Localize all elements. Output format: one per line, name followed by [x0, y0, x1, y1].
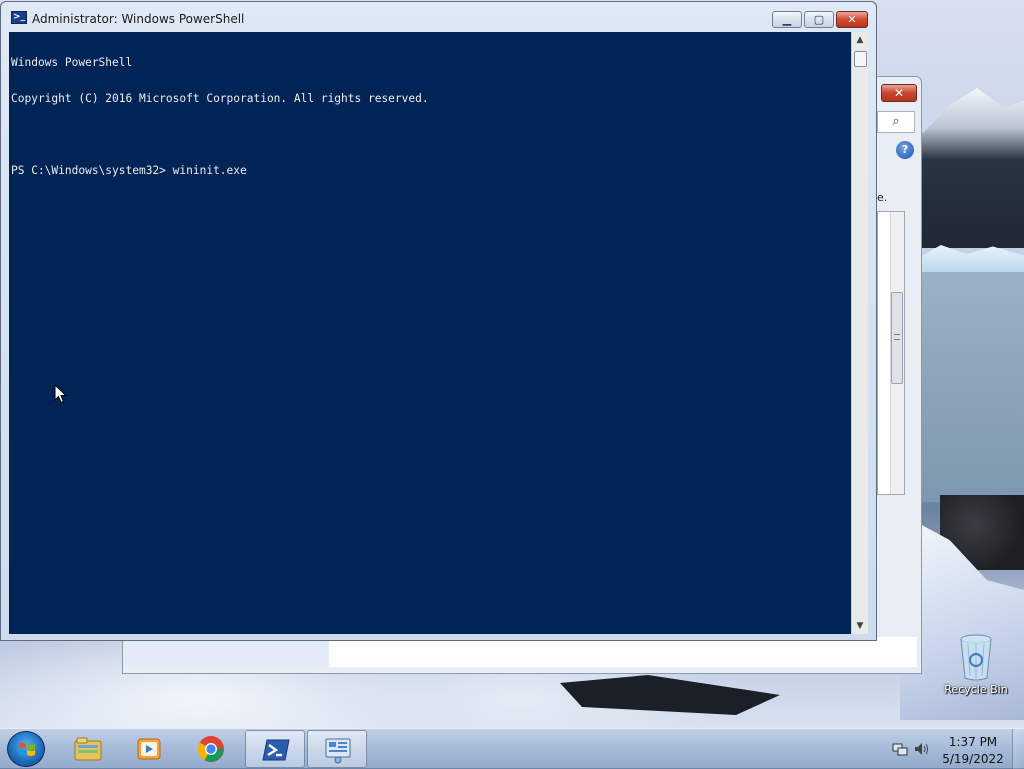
background-window-text: e.: [877, 191, 888, 204]
taskbar: 1:37 PM 5/19/2022: [0, 728, 1024, 769]
recycle-bin[interactable]: Recycle Bin: [940, 630, 1012, 702]
volume-icon[interactable]: [914, 742, 930, 756]
taskbar-chrome[interactable]: [181, 730, 241, 768]
media-player-icon: [137, 738, 161, 760]
wallpaper-lake: [920, 272, 1024, 502]
help-icon[interactable]: ?: [896, 141, 914, 159]
clock-date[interactable]: 5/19/2022: [940, 752, 1006, 766]
control-panel-icon: [325, 738, 351, 764]
taskbar-file-explorer[interactable]: [58, 730, 118, 768]
background-window-nav-panel: [123, 637, 329, 667]
mouse-cursor-icon: [54, 384, 68, 404]
taskbar-control-panel[interactable]: [307, 730, 367, 768]
powershell-icon[interactable]: >_: [11, 11, 27, 24]
network-icon[interactable]: [892, 742, 908, 756]
clock-time[interactable]: 1:37 PM: [940, 735, 1006, 749]
console-output[interactable]: Windows PowerShell Copyright (C) 2016 Mi…: [9, 32, 851, 634]
scroll-up-icon[interactable]: ▲: [852, 32, 868, 48]
grip-icon: [894, 334, 900, 340]
windows-logo-icon: [19, 743, 35, 756]
background-window-list[interactable]: [877, 211, 905, 495]
window-title: Administrator: Windows PowerShell: [32, 12, 245, 26]
close-button[interactable]: ✕: [836, 11, 868, 28]
powershell-icon: [262, 739, 290, 761]
powershell-window[interactable]: >_ Administrator: Windows PowerShell ▁ ▢…: [0, 1, 877, 641]
scroll-down-icon[interactable]: ▼: [852, 618, 868, 634]
console-prompt-line: PS C:\Windows\system32> wininit.exe: [11, 164, 247, 177]
recycle-bin-icon: [960, 634, 992, 681]
background-window-content: [329, 637, 917, 667]
show-desktop-button[interactable]: [1012, 729, 1024, 769]
taskbar-media-player[interactable]: [119, 730, 179, 768]
taskbar-powershell[interactable]: [245, 730, 305, 768]
console-scrollbar[interactable]: ▲ ▼: [851, 32, 868, 634]
recycle-bin-label: Recycle Bin: [944, 683, 1008, 696]
title-bar[interactable]: >_ Administrator: Windows PowerShell ▁ ▢…: [1, 2, 876, 32]
chrome-icon: [197, 736, 224, 762]
minimize-button[interactable]: ▁: [772, 11, 802, 28]
background-window-close-button[interactable]: ✕: [881, 84, 917, 102]
start-button[interactable]: [7, 731, 45, 767]
console-line: Windows PowerShell: [11, 56, 133, 69]
file-explorer-icon: [74, 737, 102, 761]
maximize-button[interactable]: ▢: [804, 11, 834, 28]
scrollbar-thumb[interactable]: [854, 51, 867, 67]
search-icon[interactable]: ⌕: [877, 111, 915, 133]
console-line: Copyright (C) 2016 Microsoft Corporation…: [11, 92, 429, 105]
